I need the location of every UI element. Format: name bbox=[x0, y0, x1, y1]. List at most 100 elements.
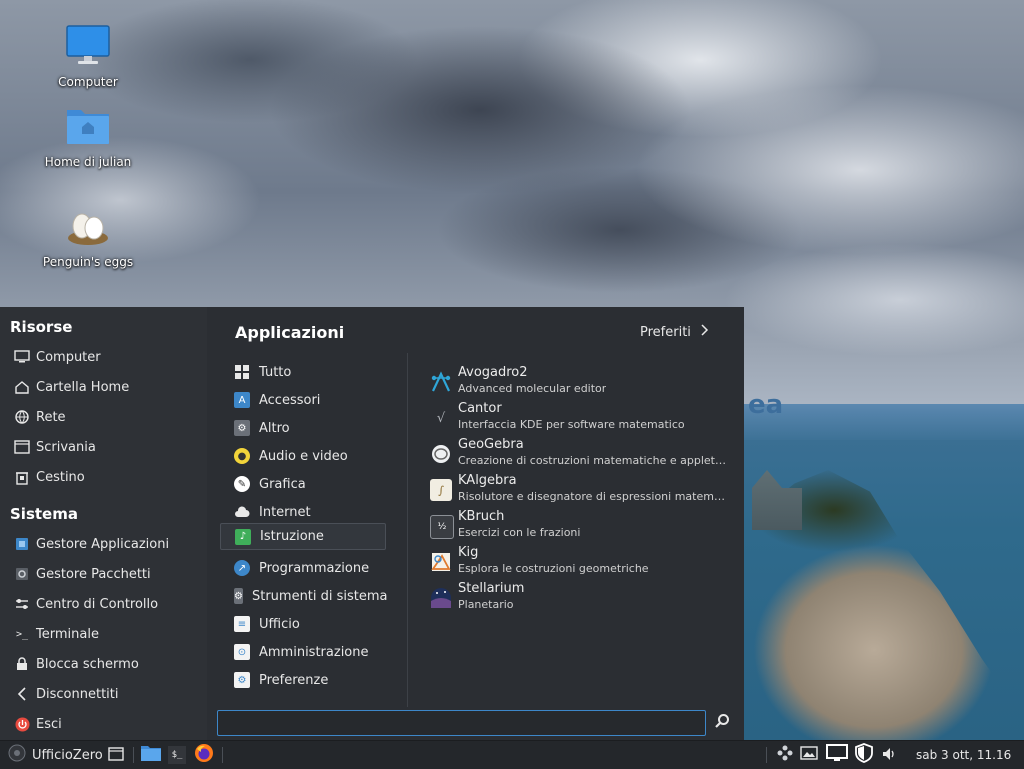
side-item-blocca-schermo[interactable]: Blocca schermo bbox=[14, 653, 139, 675]
side-item-scrivania[interactable]: Scrivania bbox=[14, 436, 96, 458]
show-desktop-button[interactable] bbox=[108, 741, 124, 769]
desktop-icon-penguins-eggs[interactable]: Penguin's eggs bbox=[38, 204, 138, 269]
category-grafica[interactable]: ✎ Grafica bbox=[228, 471, 386, 497]
category-label: Altro bbox=[259, 420, 290, 436]
app-name: Kig bbox=[458, 545, 479, 560]
clock-button[interactable]: sab 3 ott, 11.16 bbox=[916, 741, 1011, 769]
taskbar-separator bbox=[222, 747, 223, 763]
side-item-esci[interactable]: Esci bbox=[14, 713, 62, 735]
applications-title: Applicazioni bbox=[235, 323, 345, 342]
wallpaper-sea-horizon bbox=[744, 404, 1024, 444]
side-item-label: Rete bbox=[36, 409, 66, 425]
search-icon[interactable] bbox=[714, 713, 734, 733]
compass-icon: A bbox=[234, 392, 250, 408]
tray-screenshot[interactable] bbox=[800, 741, 818, 769]
firefox-icon bbox=[194, 743, 214, 767]
kbruch-icon: ½ bbox=[430, 515, 454, 539]
side-item-label: Gestore Pacchetti bbox=[36, 566, 151, 582]
app-item-avogadro2[interactable]: Avogadro2 Advanced molecular editor bbox=[430, 365, 730, 401]
category-altro[interactable]: ⚙ Altro bbox=[228, 415, 386, 441]
app-description: Planetario bbox=[458, 598, 514, 611]
system-gear-icon: ⚙ bbox=[234, 588, 243, 604]
app-item-kig[interactable]: Kig Esplora le costruzioni geometriche bbox=[430, 545, 730, 581]
category-internet[interactable]: Internet bbox=[228, 499, 386, 525]
app-description: Risolutore e disegnatore di espressioni … bbox=[458, 490, 726, 503]
home-folder-icon bbox=[67, 110, 109, 144]
desktop-icon-label: Penguin's eggs bbox=[42, 255, 134, 269]
category-audio-video[interactable]: ● Audio e video bbox=[228, 443, 386, 469]
favorites-label: Preferiti bbox=[640, 324, 691, 340]
terminal-icon: $_ bbox=[168, 746, 186, 764]
category-ufficio[interactable]: ≡ Ufficio bbox=[228, 611, 386, 637]
category-label: Programmazione bbox=[259, 560, 370, 576]
side-item-disconnettiti[interactable]: Disconnettiti bbox=[14, 683, 119, 705]
category-preferenze[interactable]: ⚙ Preferenze bbox=[228, 667, 386, 693]
side-item-label: Esci bbox=[36, 716, 62, 732]
display-icon bbox=[826, 744, 848, 766]
gear-icon: ⚙ bbox=[234, 420, 250, 436]
app-item-stellarium[interactable]: Stellarium Planetario bbox=[430, 581, 730, 617]
category-accessori[interactable]: A Accessori bbox=[228, 387, 386, 413]
code-icon: ↗ bbox=[234, 560, 250, 576]
category-istruzione[interactable]: ♪ Istruzione bbox=[220, 523, 386, 550]
side-item-label: Centro di Controllo bbox=[36, 596, 159, 612]
tray-apps-indicator[interactable] bbox=[776, 741, 794, 769]
side-item-gestore-pacchetti[interactable]: Gestore Pacchetti bbox=[14, 563, 151, 585]
tray-volume[interactable] bbox=[882, 741, 898, 769]
side-item-label: Cartella Home bbox=[36, 379, 130, 395]
side-item-gestore-applicazioni[interactable]: Gestore Applicazioni bbox=[14, 533, 169, 555]
launcher-terminal[interactable]: $_ bbox=[168, 741, 186, 769]
favorites-button[interactable]: Preferiti bbox=[640, 324, 709, 340]
trash-icon bbox=[14, 469, 30, 485]
application-menu: Risorse Computer Cartella Home Rete Scri… bbox=[0, 307, 744, 740]
side-item-cestino[interactable]: Cestino bbox=[14, 466, 85, 488]
window-icon bbox=[108, 746, 124, 765]
section-title-sistema: Sistema bbox=[10, 505, 78, 523]
flower-icon bbox=[776, 744, 794, 766]
side-item-computer[interactable]: Computer bbox=[14, 346, 101, 368]
menu-divider bbox=[407, 353, 408, 707]
kalgebra-icon: ∫ bbox=[430, 479, 452, 501]
category-strumenti-sistema[interactable]: ⚙ Strumenti di sistema bbox=[228, 583, 388, 609]
app-name: KBruch bbox=[458, 509, 505, 524]
side-item-label: Terminale bbox=[36, 626, 99, 642]
category-label: Tutto bbox=[259, 364, 292, 380]
tray-display[interactable] bbox=[826, 741, 848, 769]
search-input[interactable] bbox=[217, 710, 706, 736]
desktop-icon-home[interactable]: Home di julian bbox=[38, 104, 138, 169]
side-item-rete[interactable]: Rete bbox=[14, 406, 66, 428]
chevron-right-icon bbox=[701, 324, 709, 340]
desktop-icon bbox=[14, 439, 30, 455]
category-tutto[interactable]: Tutto bbox=[228, 359, 386, 385]
launcher-file-manager[interactable] bbox=[140, 741, 162, 769]
side-item-terminale[interactable]: >_ Terminale bbox=[14, 623, 99, 645]
category-amministrazione[interactable]: ⊙ Amministrazione bbox=[228, 639, 386, 665]
volume-icon bbox=[882, 746, 898, 765]
tray-security[interactable] bbox=[854, 741, 874, 769]
lock-icon bbox=[14, 656, 30, 672]
taskbar: UfficioZero $_ sab 3 ott, 11.16 bbox=[0, 740, 1024, 769]
side-item-home[interactable]: Cartella Home bbox=[14, 376, 129, 398]
app-item-kbruch[interactable]: ½ KBruch Esercizi con le frazioni bbox=[430, 509, 730, 545]
app-item-cantor[interactable]: √ Cantor Interfaccia KDE per software ma… bbox=[430, 401, 730, 437]
monitor-icon bbox=[14, 349, 30, 365]
clock-label: sab 3 ott, 11.16 bbox=[916, 748, 1012, 762]
app-description: Esplora le costruzioni geometriche bbox=[458, 562, 649, 575]
launcher-firefox[interactable] bbox=[194, 741, 214, 769]
app-description: Advanced molecular editor bbox=[458, 382, 607, 395]
side-item-label: Cestino bbox=[36, 469, 85, 485]
side-item-label: Computer bbox=[36, 349, 101, 365]
app-item-geogebra[interactable]: GeoGebra Creazione di costruzioni matema… bbox=[430, 437, 730, 473]
app-description: Creazione di costruzioni matematiche e a… bbox=[458, 454, 726, 467]
category-label: Strumenti di sistema bbox=[251, 588, 388, 604]
app-item-kalgebra[interactable]: ∫ KAlgebra Risolutore e disegnatore di e… bbox=[430, 473, 730, 509]
paint-icon: ✎ bbox=[234, 476, 250, 492]
side-item-centro-di-controllo[interactable]: Centro di Controllo bbox=[14, 593, 158, 615]
category-label: Accessori bbox=[259, 392, 321, 408]
desktop-icon-computer[interactable]: Computer bbox=[38, 24, 138, 89]
app-name: KAlgebra bbox=[458, 473, 517, 488]
start-menu-button[interactable]: UfficioZero bbox=[8, 741, 103, 769]
app-description: Interfaccia KDE per software matematico bbox=[458, 418, 685, 431]
category-programmazione[interactable]: ↗ Programmazione bbox=[228, 555, 386, 581]
cantor-icon: √ bbox=[436, 410, 446, 426]
